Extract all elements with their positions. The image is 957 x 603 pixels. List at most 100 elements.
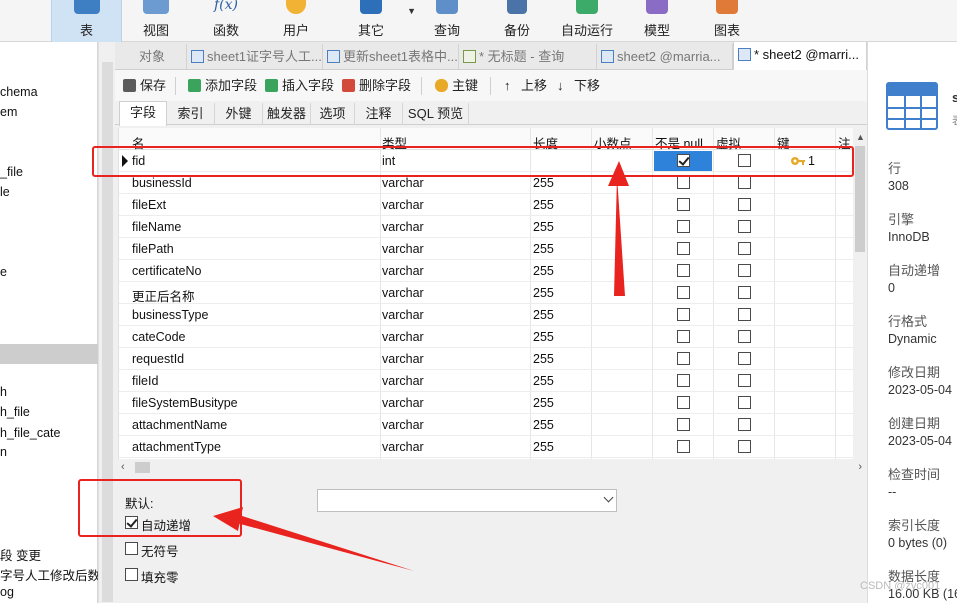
field-type-cell[interactable]: varchar bbox=[382, 396, 424, 410]
field-name-cell[interactable]: 更正后名称 bbox=[132, 286, 195, 305]
field-length-cell[interactable]: 255 bbox=[533, 286, 554, 300]
virtual-checkbox[interactable] bbox=[738, 418, 751, 431]
selected-tree-row[interactable] bbox=[0, 344, 98, 364]
tab-update-query[interactable]: 更新sheet1表格中... bbox=[323, 44, 459, 70]
scrollbar-thumb[interactable] bbox=[855, 146, 865, 252]
ribbon-view-button[interactable]: 视图 bbox=[122, 0, 190, 42]
table-row[interactable]: fileId varchar 255 bbox=[119, 370, 853, 392]
not-null-checkbox[interactable] bbox=[677, 418, 690, 431]
not-null-checkbox[interactable] bbox=[677, 220, 690, 233]
scroll-left-arrow-icon[interactable]: ‹ bbox=[121, 461, 125, 473]
tab-objects[interactable]: 对象 bbox=[115, 44, 187, 70]
table-row[interactable]: filePath varchar 255 bbox=[119, 238, 853, 260]
field-type-cell[interactable]: varchar bbox=[382, 440, 424, 454]
field-type-cell[interactable]: varchar bbox=[382, 176, 424, 190]
save-button[interactable]: 保存 bbox=[123, 78, 166, 94]
table-row[interactable]: 更正后名称 varchar 255 bbox=[119, 282, 853, 304]
field-name-cell[interactable]: fileId bbox=[132, 374, 158, 388]
table-row[interactable]: requestId varchar 255 bbox=[119, 348, 853, 370]
table-row[interactable]: fileSystemBusitype varchar 255 bbox=[119, 392, 853, 414]
field-length-cell[interactable]: 255 bbox=[533, 220, 554, 234]
ribbon-schedule-button[interactable]: 自动运行 bbox=[554, 0, 620, 42]
not-null-checkbox[interactable] bbox=[677, 198, 690, 211]
insert-field-button[interactable]: 插入字段 bbox=[265, 78, 334, 94]
tab-fields[interactable]: 字段 bbox=[119, 101, 167, 126]
zerofill-checkbox[interactable] bbox=[125, 568, 138, 581]
virtual-checkbox[interactable] bbox=[738, 220, 751, 233]
virtual-checkbox[interactable] bbox=[738, 198, 751, 211]
not-null-checkbox[interactable] bbox=[677, 330, 690, 343]
field-name-cell[interactable]: fileSystemBusitype bbox=[132, 396, 238, 410]
tab-sheet2-design[interactable]: * sheet2 @marri... bbox=[733, 42, 867, 71]
add-field-button[interactable]: 添加字段 bbox=[188, 78, 257, 94]
virtual-checkbox[interactable] bbox=[738, 176, 751, 189]
ribbon-function-button[interactable]: f(x) 函数 bbox=[190, 0, 262, 42]
field-name-cell[interactable]: cateCode bbox=[132, 330, 186, 344]
tab-triggers[interactable]: 触发器 bbox=[263, 103, 311, 125]
move-up-button[interactable]: ↑ 上移 bbox=[504, 78, 547, 94]
delete-field-button[interactable]: 删除字段 bbox=[342, 78, 411, 94]
virtual-checkbox[interactable] bbox=[738, 242, 751, 255]
field-type-cell[interactable]: varchar bbox=[382, 220, 424, 234]
not-null-checkbox[interactable] bbox=[677, 352, 690, 365]
tab-options[interactable]: 选项 bbox=[311, 103, 355, 125]
ribbon-other-button[interactable]: 其它 ▼ bbox=[340, 0, 416, 42]
field-length-cell[interactable]: 255 bbox=[533, 374, 554, 388]
grid-vertical-scrollbar[interactable]: ▲ bbox=[853, 128, 867, 459]
tab-sheet1-query[interactable]: sheet1证字号人工... bbox=[187, 44, 323, 70]
not-null-checkbox[interactable] bbox=[677, 176, 690, 189]
ribbon-user-button[interactable]: 用户 bbox=[262, 0, 330, 42]
field-type-cell[interactable]: varchar bbox=[382, 352, 424, 366]
not-null-checkbox[interactable] bbox=[677, 374, 690, 387]
table-row[interactable]: attachmentType varchar 255 bbox=[119, 436, 853, 458]
ribbon-backup-button[interactable]: 备份 bbox=[484, 0, 550, 42]
field-type-cell[interactable]: varchar bbox=[382, 264, 424, 278]
field-type-cell[interactable]: varchar bbox=[382, 198, 424, 212]
scroll-right-arrow-icon[interactable]: › bbox=[858, 461, 862, 473]
table-row[interactable]: attachmentName varchar 255 bbox=[119, 414, 853, 436]
field-length-cell[interactable]: 255 bbox=[533, 330, 554, 344]
table-row[interactable]: fileExt varchar 255 bbox=[119, 194, 853, 216]
not-null-checkbox[interactable] bbox=[677, 242, 690, 255]
field-type-cell[interactable]: varchar bbox=[382, 286, 424, 300]
field-type-cell[interactable]: varchar bbox=[382, 418, 424, 432]
tab-sheet2-data[interactable]: sheet2 @marria... bbox=[597, 44, 733, 70]
move-down-button[interactable]: ↓ 下移 bbox=[557, 78, 600, 94]
tree-item[interactable]: em bbox=[0, 105, 17, 119]
not-null-checkbox[interactable] bbox=[677, 308, 690, 321]
ribbon-model-button[interactable]: 模型 bbox=[624, 0, 690, 42]
field-length-cell[interactable]: 255 bbox=[533, 352, 554, 366]
field-name-cell[interactable]: businessType bbox=[132, 308, 208, 322]
ribbon-query-button[interactable]: 查询 bbox=[414, 0, 480, 42]
virtual-checkbox[interactable] bbox=[738, 440, 751, 453]
tree-item[interactable]: h bbox=[0, 385, 7, 399]
field-name-cell[interactable]: certificateNo bbox=[132, 264, 201, 278]
not-null-checkbox[interactable] bbox=[677, 264, 690, 277]
tree-item[interactable]: 字号人工修改后数 bbox=[0, 565, 100, 584]
primary-key-button[interactable]: 主键 bbox=[435, 78, 478, 94]
tab-comment[interactable]: 注释 bbox=[355, 103, 403, 125]
table-row[interactable]: fileName varchar 255 bbox=[119, 216, 853, 238]
tree-item[interactable]: 段 变更 bbox=[0, 545, 41, 564]
field-type-cell[interactable]: varchar bbox=[382, 330, 424, 344]
virtual-checkbox[interactable] bbox=[738, 352, 751, 365]
tree-item[interactable]: _file bbox=[0, 165, 23, 179]
ribbon-chart-button[interactable]: 图表 bbox=[694, 0, 760, 42]
field-name-cell[interactable]: fileExt bbox=[132, 198, 166, 212]
field-length-cell[interactable]: 255 bbox=[533, 176, 554, 190]
field-type-cell[interactable]: varchar bbox=[382, 308, 424, 322]
field-length-cell[interactable]: 255 bbox=[533, 418, 554, 432]
virtual-checkbox[interactable] bbox=[738, 374, 751, 387]
field-name-cell[interactable]: attachmentName bbox=[132, 418, 227, 432]
ribbon-table-button[interactable]: 表 bbox=[51, 0, 122, 42]
field-name-cell[interactable]: requestId bbox=[132, 352, 184, 366]
field-name-cell[interactable]: filePath bbox=[132, 242, 174, 256]
tab-foreign-keys[interactable]: 外键 bbox=[215, 103, 263, 125]
virtual-checkbox[interactable] bbox=[738, 286, 751, 299]
table-row[interactable]: certificateNo varchar 255 bbox=[119, 260, 853, 282]
tab-sql-preview[interactable]: SQL 预览 bbox=[403, 103, 469, 125]
not-null-checkbox[interactable] bbox=[677, 286, 690, 299]
field-length-cell[interactable]: 255 bbox=[533, 242, 554, 256]
field-length-cell[interactable]: 255 bbox=[533, 396, 554, 410]
tree-item[interactable]: n bbox=[0, 445, 7, 459]
